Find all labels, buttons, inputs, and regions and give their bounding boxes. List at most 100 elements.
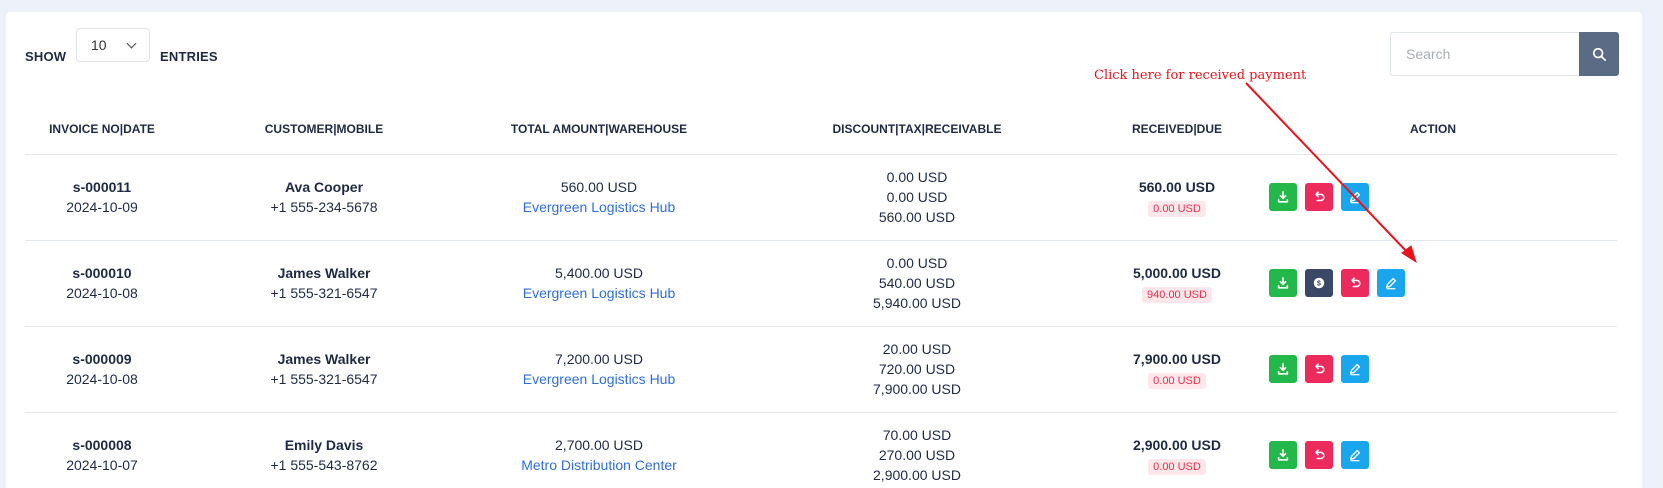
edit-invoice-button[interactable] bbox=[1341, 183, 1369, 211]
total-amount: 2,700.00 USD bbox=[555, 437, 643, 453]
received-amount: 560.00 USD bbox=[1138, 179, 1216, 195]
customer-name: Ava Cooper bbox=[284, 179, 364, 195]
discount-amount: 70.00 USD bbox=[882, 427, 952, 443]
table-row: s-000009 2024-10-08 James Walker +1 555-321… bbox=[25, 326, 1617, 413]
sales-return-button[interactable] bbox=[1305, 183, 1333, 211]
pencil-icon bbox=[1349, 449, 1361, 462]
customer-name: Emily Davis bbox=[284, 437, 364, 453]
invoice-number: s-000009 bbox=[72, 351, 132, 367]
receivable-amount: 5,940.00 USD bbox=[873, 295, 961, 311]
invoice-date: 2024-10-09 bbox=[66, 199, 138, 215]
discount-amount: 20.00 USD bbox=[882, 341, 952, 357]
customer-cell: James Walker +1 555-321-6547 bbox=[179, 326, 469, 413]
table-row: s-000010 2024-10-08 James Walker +1 555-321… bbox=[25, 240, 1617, 327]
entries-per-page-select[interactable]: 10 bbox=[76, 28, 150, 62]
action-buttons bbox=[1249, 355, 1617, 383]
action-cell bbox=[1249, 412, 1617, 488]
discount-tax-receivable-cell: 0.00 USD 540.00 USD 5,940.00 USD bbox=[729, 240, 1105, 327]
received-due-cell: 2,900.00 USD 0.00 USD bbox=[1105, 412, 1249, 488]
search-icon bbox=[1592, 47, 1606, 61]
undo-icon bbox=[1315, 449, 1325, 460]
invoice-number: s-000010 bbox=[72, 265, 132, 281]
download-icon bbox=[1277, 190, 1289, 203]
warehouse-link[interactable]: Evergreen Logistics Hub bbox=[469, 197, 729, 217]
warehouse-link[interactable]: Metro Distribution Center bbox=[469, 455, 729, 475]
show-label: SHOW bbox=[25, 49, 67, 64]
received-amount: 5,000.00 USD bbox=[1133, 265, 1221, 281]
invoice-cell: s-000008 2024-10-07 bbox=[25, 412, 179, 488]
sales-list-card: SHOW 10 ENTRIES Click here for received … bbox=[6, 12, 1642, 488]
invoice-number: s-000011 bbox=[72, 179, 132, 195]
warehouse-link[interactable]: Evergreen Logistics Hub bbox=[469, 369, 729, 389]
invoice-number: s-000008 bbox=[72, 437, 132, 453]
discount-tax-receivable-cell: 70.00 USD 270.00 USD 2,900.00 USD bbox=[729, 412, 1105, 488]
receivable-amount: 7,900.00 USD bbox=[873, 381, 961, 397]
receivable-amount: 2,900.00 USD bbox=[873, 467, 961, 483]
customer-mobile: +1 555-321-6547 bbox=[270, 285, 378, 301]
tax-amount: 540.00 USD bbox=[878, 275, 956, 291]
header-invoice-date: INVOICE NO|DATE bbox=[25, 105, 179, 155]
customer-mobile: +1 555-321-6547 bbox=[270, 371, 378, 387]
header-discount-tax-receivable: DISCOUNT|TAX|RECEIVABLE bbox=[729, 105, 1105, 155]
action-buttons: $ bbox=[1249, 269, 1617, 297]
edit-invoice-button[interactable] bbox=[1341, 441, 1369, 469]
total-cell: 2,700.00 USD Metro Distribution Center bbox=[469, 412, 729, 488]
sales-return-button[interactable] bbox=[1305, 355, 1333, 383]
download-invoice-button[interactable] bbox=[1269, 269, 1297, 297]
sales-table: INVOICE NO|DATE CUSTOMER|MOBILE TOTAL AM… bbox=[25, 105, 1617, 488]
download-icon bbox=[1277, 276, 1289, 289]
table-row: s-000008 2024-10-07 Emily Davis +1 555-543-… bbox=[25, 412, 1617, 488]
download-icon bbox=[1277, 448, 1289, 461]
header-action: ACTION bbox=[1249, 105, 1617, 155]
search-input[interactable] bbox=[1390, 32, 1579, 76]
download-invoice-button[interactable] bbox=[1269, 355, 1297, 383]
undo-icon bbox=[1351, 277, 1361, 288]
total-cell: 7,200.00 USD Evergreen Logistics Hub bbox=[469, 326, 729, 413]
invoice-date: 2024-10-08 bbox=[66, 285, 138, 301]
received-due-cell: 560.00 USD 0.00 USD bbox=[1105, 154, 1249, 241]
edit-invoice-button[interactable] bbox=[1341, 355, 1369, 383]
action-cell bbox=[1249, 326, 1617, 413]
total-amount: 7,200.00 USD bbox=[555, 351, 643, 367]
download-invoice-button[interactable] bbox=[1269, 441, 1297, 469]
receive-payment-button[interactable]: $ bbox=[1305, 269, 1333, 297]
action-buttons bbox=[1249, 441, 1617, 469]
sales-return-button[interactable] bbox=[1341, 269, 1369, 297]
customer-cell: Ava Cooper +1 555-234-5678 bbox=[179, 154, 469, 241]
undo-icon bbox=[1315, 191, 1325, 202]
search-button[interactable] bbox=[1579, 32, 1619, 76]
due-badge: 0.00 USD bbox=[1148, 459, 1206, 475]
undo-icon bbox=[1315, 363, 1325, 374]
tax-amount: 720.00 USD bbox=[878, 361, 956, 377]
total-cell: 560.00 USD Evergreen Logistics Hub bbox=[469, 154, 729, 241]
svg-text:$: $ bbox=[1317, 281, 1321, 288]
invoice-date: 2024-10-08 bbox=[66, 371, 138, 387]
total-amount: 560.00 USD bbox=[560, 179, 638, 195]
discount-tax-receivable-cell: 20.00 USD 720.00 USD 7,900.00 USD bbox=[729, 326, 1105, 413]
customer-mobile: +1 555-543-8762 bbox=[270, 457, 378, 473]
received-due-cell: 5,000.00 USD 940.00 USD bbox=[1105, 240, 1249, 327]
discount-amount: 0.00 USD bbox=[886, 255, 948, 271]
sales-return-button[interactable] bbox=[1305, 441, 1333, 469]
discount-tax-receivable-cell: 0.00 USD 0.00 USD 560.00 USD bbox=[729, 154, 1105, 241]
action-buttons bbox=[1249, 183, 1617, 211]
table-row: s-000011 2024-10-09 Ava Cooper +1 555-234-5… bbox=[25, 154, 1617, 241]
header-customer-mobile: CUSTOMER|MOBILE bbox=[179, 105, 469, 155]
received-amount: 2,900.00 USD bbox=[1133, 437, 1221, 453]
received-amount: 7,900.00 USD bbox=[1133, 351, 1221, 367]
chevron-down-icon bbox=[126, 38, 137, 48]
received-due-cell: 7,900.00 USD 0.00 USD bbox=[1105, 326, 1249, 413]
total-cell: 5,400.00 USD Evergreen Logistics Hub bbox=[469, 240, 729, 327]
pencil-icon bbox=[1349, 191, 1361, 204]
tax-amount: 0.00 USD bbox=[886, 189, 948, 205]
invoice-cell: s-000011 2024-10-09 bbox=[25, 154, 179, 241]
invoice-date: 2024-10-07 bbox=[66, 457, 138, 473]
customer-cell: James Walker +1 555-321-6547 bbox=[179, 240, 469, 327]
tax-amount: 270.00 USD bbox=[878, 447, 956, 463]
invoice-cell: s-000009 2024-10-08 bbox=[25, 326, 179, 413]
edit-invoice-button[interactable] bbox=[1377, 269, 1405, 297]
warehouse-link[interactable]: Evergreen Logistics Hub bbox=[469, 283, 729, 303]
pencil-icon bbox=[1349, 363, 1361, 376]
receivable-amount: 560.00 USD bbox=[878, 209, 956, 225]
download-invoice-button[interactable] bbox=[1269, 183, 1297, 211]
